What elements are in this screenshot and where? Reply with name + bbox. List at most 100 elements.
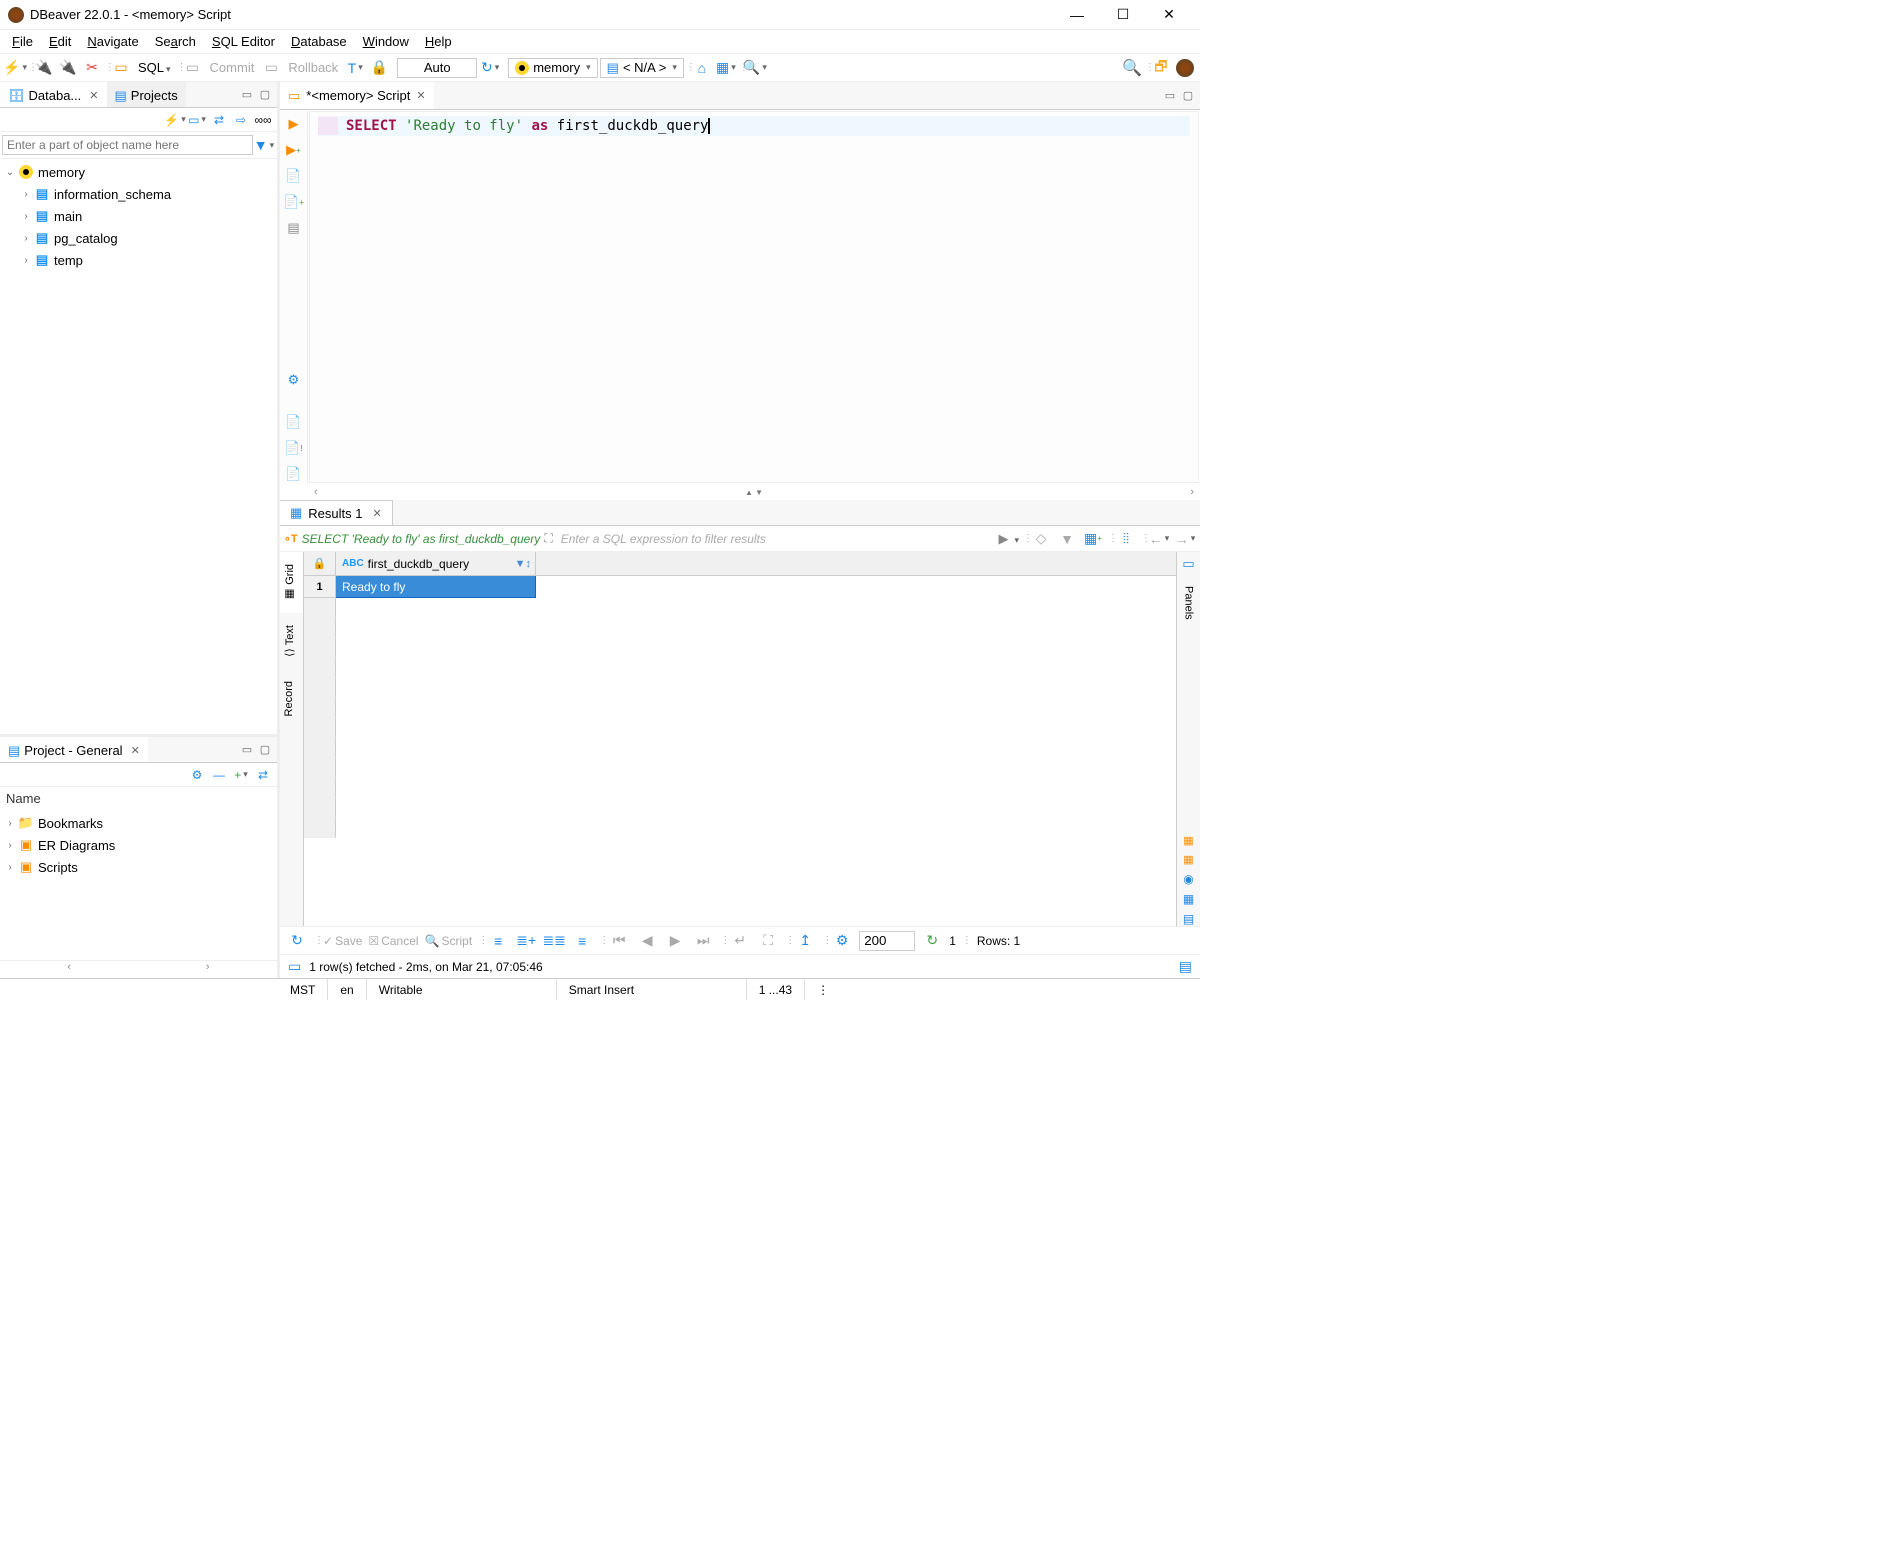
menu-file[interactable]: File xyxy=(4,32,41,51)
tab-project-general[interactable]: ▤ Project - General ✕ xyxy=(0,737,148,762)
disconnect-icon[interactable]: ✂ xyxy=(81,57,103,79)
prev-page-icon[interactable]: ◀ xyxy=(636,930,658,952)
nav-back-icon[interactable]: ← xyxy=(1148,528,1170,550)
rollback-icon[interactable]: ▭ xyxy=(260,57,282,79)
menu-sql-editor[interactable]: SQL Editor xyxy=(204,32,283,51)
grid-cell[interactable]: Ready to fly xyxy=(336,576,536,598)
lock-icon[interactable]: 🔒 xyxy=(368,57,390,79)
maximize-editor-icon[interactable]: ▢ xyxy=(1180,89,1196,102)
execute-new-tab-icon[interactable]: ▶+ xyxy=(284,140,304,160)
link-editor-icon[interactable]: ⇨ xyxy=(231,110,251,130)
save-filter-icon[interactable]: ▦+ xyxy=(1082,528,1104,550)
sql-editor-icon[interactable]: ▭ xyxy=(110,57,132,79)
link-icon[interactable]: ⇄ xyxy=(253,765,273,785)
panel-icon-1[interactable]: ▦ xyxy=(1183,834,1193,847)
close-icon[interactable]: ✕ xyxy=(131,744,140,757)
schema-selector[interactable]: ▤ < N/A > ▾ xyxy=(600,58,684,78)
panel-icon-5[interactable]: ▤ xyxy=(1183,912,1194,926)
close-button[interactable]: ✕ xyxy=(1146,0,1192,30)
minimize-editor-icon[interactable]: ▭ xyxy=(1162,89,1178,102)
project-item-scripts[interactable]: ›▣Scripts xyxy=(2,856,275,878)
add-icon[interactable]: + xyxy=(231,765,251,785)
project-item-bookmarks[interactable]: ›📁Bookmarks xyxy=(2,812,275,834)
tab-projects[interactable]: ▤ Projects xyxy=(107,82,186,107)
fetch-limit-input[interactable] xyxy=(859,931,915,951)
connect-icon[interactable]: 🔌 xyxy=(33,57,55,79)
explain-icon[interactable]: ▤ xyxy=(284,218,304,238)
menu-database[interactable]: Database xyxy=(283,32,355,51)
transaction-mode-icon[interactable]: T xyxy=(344,57,366,79)
filter-history-icon[interactable]: ▼ xyxy=(1056,528,1078,550)
menu-edit[interactable]: Edit xyxy=(41,32,79,51)
settings-icon[interactable]: ⚙ xyxy=(284,370,304,390)
maximize-view-icon[interactable]: ▢ xyxy=(257,743,273,756)
tree-node-schema[interactable]: ›▤temp xyxy=(2,249,275,271)
add-row-icon[interactable]: ≣+ xyxy=(515,930,537,952)
side-tab-text[interactable]: ⟨⟩ Text xyxy=(280,613,303,669)
apply-limit-icon[interactable]: ↻ xyxy=(921,930,943,952)
grid-column-header[interactable]: ABC first_duckdb_query ▼↕ xyxy=(336,552,536,575)
column-filter-icon[interactable]: ▼↕ xyxy=(515,558,531,570)
tree-node-schema[interactable]: ›▤main xyxy=(2,205,275,227)
reconnect-icon[interactable]: 🔌 xyxy=(57,57,79,79)
navigator-filter-input[interactable] xyxy=(2,135,253,155)
next-page-icon[interactable]: ▶ xyxy=(664,930,686,952)
save-script-icon[interactable]: 📄! xyxy=(284,438,304,458)
refresh-results-icon[interactable]: ↻ xyxy=(286,930,308,952)
search-icon[interactable]: 🔍 xyxy=(744,57,766,79)
results-grid[interactable]: 🔒 ABC first_duckdb_query ▼↕ 1 Ready to f… xyxy=(304,552,1176,926)
new-folder-icon[interactable]: ▭ xyxy=(187,110,207,130)
quick-search-icon[interactable]: 🔍 xyxy=(1121,57,1143,79)
new-connection-icon[interactable]: ⚡ xyxy=(4,57,26,79)
new-conn-icon[interactable]: ⚡ xyxy=(165,110,185,130)
more-options-icon[interactable]: ∞∞ xyxy=(253,110,273,130)
commit-icon[interactable]: ▭ xyxy=(182,57,204,79)
grid-corner[interactable]: 🔒 xyxy=(304,552,336,575)
menu-window[interactable]: Window xyxy=(355,32,417,51)
export-icon[interactable]: ↥ xyxy=(794,930,816,952)
collapse-icon[interactable]: — xyxy=(209,765,229,785)
tab-database[interactable]: 🗄 Databa... ✕ xyxy=(0,82,107,107)
close-icon[interactable]: ✕ xyxy=(89,89,98,102)
grid-row-number[interactable]: 1 xyxy=(304,576,336,598)
menu-navigate[interactable]: Navigate xyxy=(79,32,146,51)
editor-tab-script[interactable]: ▭ *<memory> Script ✕ xyxy=(280,82,434,109)
menu-search[interactable]: Search xyxy=(147,32,204,51)
execute-script-icon[interactable]: 📄 xyxy=(284,166,304,186)
commit-button[interactable]: Commit xyxy=(206,60,259,75)
zoom-icon[interactable]: ⛶ xyxy=(757,930,779,952)
side-tab-record[interactable]: Record xyxy=(280,669,303,728)
connection-selector[interactable]: memory ▾ xyxy=(508,58,597,78)
results-filter-input[interactable]: Enter a SQL expression to filter results xyxy=(557,532,995,546)
menu-help[interactable]: Help xyxy=(417,32,460,51)
perspective-icon-1[interactable]: ⌂ xyxy=(691,57,713,79)
gear-icon[interactable]: ⚙ xyxy=(187,765,207,785)
panel-icon-3[interactable]: ◉ xyxy=(1183,872,1193,886)
panels-label[interactable]: Panels xyxy=(1183,578,1195,628)
close-icon[interactable]: ✕ xyxy=(373,507,382,520)
load-script-icon[interactable]: 📄 xyxy=(284,412,304,432)
var-icon[interactable]: 📄 xyxy=(284,464,304,484)
auto-commit-combo[interactable]: Auto xyxy=(397,58,477,78)
close-icon[interactable]: ✕ xyxy=(416,89,425,102)
filter-icon[interactable]: ▼ xyxy=(253,134,275,156)
dbeaver-perspective-icon[interactable] xyxy=(1174,57,1196,79)
project-item-erdiagrams[interactable]: ›▣ER Diagrams xyxy=(2,834,275,856)
nav-forward-icon[interactable]: → xyxy=(1174,528,1196,550)
last-page-icon[interactable]: ⏭ xyxy=(692,930,714,952)
maximize-view-icon[interactable]: ▢ xyxy=(257,88,273,101)
delete-row-icon[interactable]: ≡ xyxy=(571,930,593,952)
clear-filter-icon[interactable]: ◇ xyxy=(1030,528,1052,550)
tree-node-schema[interactable]: ›▤pg_catalog xyxy=(2,227,275,249)
execute-icon[interactable]: ▶ xyxy=(284,114,304,134)
side-tab-grid[interactable]: ▦ Grid xyxy=(280,552,303,613)
panel-icon-2[interactable]: ▦ xyxy=(1183,853,1193,866)
jump-icon[interactable]: ↵ xyxy=(729,930,751,952)
panel-icon-4[interactable]: ▦ xyxy=(1183,892,1194,906)
rollback-button[interactable]: Rollback xyxy=(284,60,342,75)
sql-dropdown[interactable]: SQL xyxy=(134,60,175,75)
tab-results[interactable]: ▦ Results 1 ✕ xyxy=(280,500,393,525)
dup-row-icon[interactable]: ≣≣ xyxy=(543,930,565,952)
tree-node-memory[interactable]: ⌄ memory xyxy=(2,161,275,183)
save-edits-button[interactable]: ✓ Save xyxy=(323,934,362,948)
